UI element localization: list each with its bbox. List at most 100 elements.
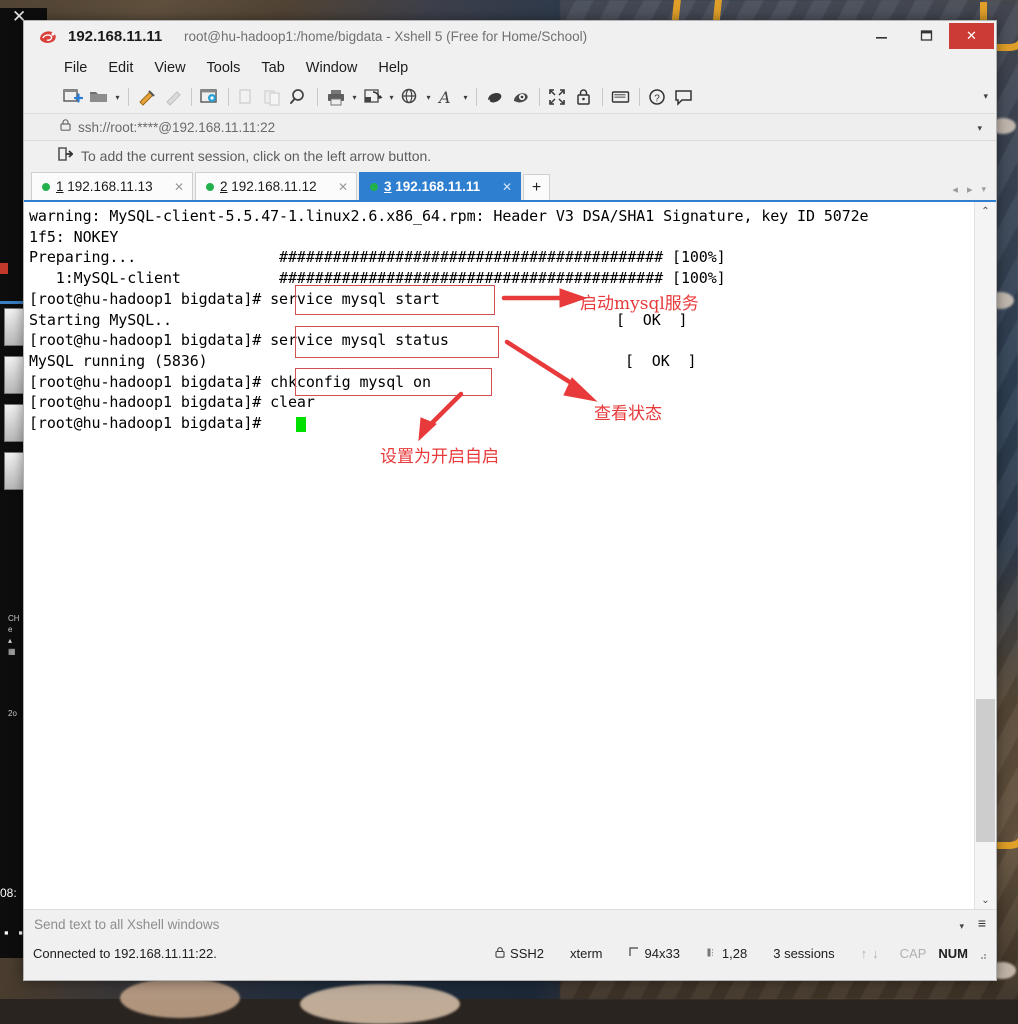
tab-prev-icon[interactable]: ◂ xyxy=(952,183,958,196)
keyboard-icon[interactable] xyxy=(608,84,634,110)
menu-item-edit[interactable]: Edit xyxy=(108,60,133,76)
tab-list-icon[interactable]: ▾ xyxy=(981,184,986,195)
send-to-all-bar[interactable]: Send text to all Xshell windows ▾ ≡ xyxy=(24,909,996,939)
tab-navigation[interactable]: ◂ ▸ ▾ xyxy=(952,183,986,196)
toolbar-separator xyxy=(191,88,192,106)
svg-text:?: ? xyxy=(654,94,660,105)
tab-host: 192.168.11.11 xyxy=(395,179,481,194)
tab-192-168-11-13[interactable]: 1 192.168.11.13 ✕ xyxy=(31,172,193,200)
lock-icon[interactable] xyxy=(571,84,597,110)
maximize-button[interactable] xyxy=(904,21,949,49)
background-window-marker xyxy=(0,263,8,274)
tab-close-icon[interactable]: ✕ xyxy=(168,180,184,194)
cursor-position-icon xyxy=(706,946,717,961)
tab-status-icon xyxy=(206,182,214,191)
font-caret-icon[interactable]: ▾ xyxy=(460,93,471,102)
toolbar-separator xyxy=(602,88,603,106)
annotation-enable-autostart: 设置为开启自启 xyxy=(380,447,499,467)
send-text-input[interactable]: Send text to all Xshell windows xyxy=(34,917,219,932)
transfer-file-icon[interactable] xyxy=(360,84,386,110)
status-bar: Connected to 192.168.11.11:22. SSH2 xter… xyxy=(24,939,996,967)
help-icon[interactable]: ? xyxy=(645,84,671,110)
status-transfer-indicators: ↑ ↓ xyxy=(848,946,892,961)
download-arrow-icon: ↓ xyxy=(872,945,879,961)
menu-item-window[interactable]: Window xyxy=(306,60,358,76)
address-bar[interactable]: ssh://root:****@192.168.11.11:22 ▾ xyxy=(24,113,996,141)
terminal-output[interactable]: warning: MySQL-client-5.5.47-1.linux2.6.… xyxy=(24,202,975,909)
window-title: 192.168.11.11 xyxy=(68,28,163,45)
tab-host: 192.168.11.13 xyxy=(67,179,153,194)
status-terminal-type[interactable]: xterm xyxy=(557,946,616,961)
send-dropdown-icon[interactable]: ▾ xyxy=(959,921,964,932)
font-icon[interactable]: A xyxy=(434,84,460,110)
open-folder-icon[interactable] xyxy=(86,84,112,110)
print-caret-icon[interactable]: ▾ xyxy=(349,93,360,102)
minimize-button[interactable] xyxy=(859,21,904,49)
status-size[interactable]: 94x33 xyxy=(616,946,693,961)
wallpaper-blob xyxy=(120,978,240,1018)
toolbar-separator xyxy=(317,88,318,106)
menu-item-file[interactable]: File xyxy=(64,60,87,76)
background-window-glyphs: CH e ▴ ▦ xyxy=(8,614,20,656)
shell-icon[interactable] xyxy=(482,84,508,110)
transfer-caret-icon[interactable]: ▾ xyxy=(386,93,397,102)
tab-status-icon xyxy=(370,182,378,191)
highlight-icon[interactable] xyxy=(508,84,534,110)
tab-index: 1 xyxy=(56,179,64,194)
size-icon xyxy=(628,946,640,961)
feedback-icon[interactable] xyxy=(671,84,697,110)
window-controls[interactable]: ✕ xyxy=(859,21,996,49)
tab-bar[interactable]: 1 192.168.11.13 ✕ 2 192.168.11.12 ✕ 3 19… xyxy=(24,171,996,200)
address-dropdown-icon[interactable]: ▾ xyxy=(977,123,982,134)
find-icon[interactable] xyxy=(286,84,312,110)
tab-label: 2 192.168.11.12 xyxy=(220,179,317,194)
background-window-clock: 08: xyxy=(0,886,17,900)
toolbar-overflow-icon[interactable]: ▾ xyxy=(983,91,988,102)
status-indicators[interactable]: SSH2 xterm 94x33 1,28 3 sessions ↑ ↓ CAP xyxy=(482,946,988,961)
menu-item-help[interactable]: Help xyxy=(378,60,408,76)
tab-close-icon[interactable]: ✕ xyxy=(496,180,512,194)
menu-item-tab[interactable]: Tab xyxy=(261,60,284,76)
scroll-up-icon[interactable]: ⌃ xyxy=(975,202,996,220)
protocol-lock-icon xyxy=(495,946,505,961)
status-caps-lock: CAP xyxy=(899,945,927,961)
status-sessions[interactable]: 3 sessions xyxy=(760,946,847,961)
terminal-scrollbar[interactable]: ⌃ ⌄ xyxy=(974,202,996,909)
address-input[interactable]: ssh://root:****@192.168.11.11:22 xyxy=(78,120,275,135)
menu-item-tools[interactable]: Tools xyxy=(207,60,241,76)
toolbar[interactable]: ▾ ▾ ▾ ▾ A ▾ ? ▾ xyxy=(24,81,996,113)
copy-icon xyxy=(234,84,260,110)
tab-close-icon[interactable]: ✕ xyxy=(332,180,348,194)
status-protocol[interactable]: SSH2 xyxy=(482,946,557,961)
paste-icon xyxy=(260,84,286,110)
open-folder-caret-icon[interactable]: ▾ xyxy=(112,93,123,102)
status-cursor-position[interactable]: 1,28 xyxy=(693,946,760,961)
globe-caret-icon[interactable]: ▾ xyxy=(423,93,434,102)
globe-icon[interactable] xyxy=(397,84,423,110)
tab-index: 2 xyxy=(220,179,228,194)
title-bar[interactable]: 192.168.11.11 root@hu-hadoop1:/home/bigd… xyxy=(24,21,996,55)
svg-text:A: A xyxy=(437,88,451,106)
add-session-icon[interactable] xyxy=(58,146,74,166)
annotation-check-status: 查看状态 xyxy=(594,404,662,424)
print-icon[interactable] xyxy=(323,84,349,110)
menu-bar[interactable]: File Edit View Tools Tab Window Help xyxy=(24,55,996,81)
xshell-window[interactable]: 192.168.11.11 root@hu-hadoop1:/home/bigd… xyxy=(23,20,997,981)
scrollbar-thumb[interactable] xyxy=(976,699,995,842)
send-menu-icon[interactable]: ≡ xyxy=(978,915,986,931)
resize-grip-icon[interactable] xyxy=(976,948,988,959)
fullscreen-icon[interactable] xyxy=(545,84,571,110)
close-button[interactable]: ✕ xyxy=(949,23,994,49)
terminal-area[interactable]: warning: MySQL-client-5.5.47-1.linux2.6.… xyxy=(24,200,996,909)
tab-label: 3 192.168.11.11 xyxy=(384,179,480,194)
new-tab-button[interactable]: + xyxy=(523,174,550,200)
tab-192-168-11-11[interactable]: 3 192.168.11.11 ✕ xyxy=(359,172,521,200)
new-session-icon[interactable] xyxy=(60,84,86,110)
tab-next-icon[interactable]: ▸ xyxy=(967,183,973,196)
menu-item-view[interactable]: View xyxy=(154,60,185,76)
scroll-down-icon[interactable]: ⌄ xyxy=(975,891,996,909)
tab-192-168-11-12[interactable]: 2 192.168.11.12 ✕ xyxy=(195,172,357,200)
disconnect-icon xyxy=(160,84,186,110)
session-properties-icon[interactable] xyxy=(197,84,223,110)
connect-icon[interactable] xyxy=(134,84,160,110)
